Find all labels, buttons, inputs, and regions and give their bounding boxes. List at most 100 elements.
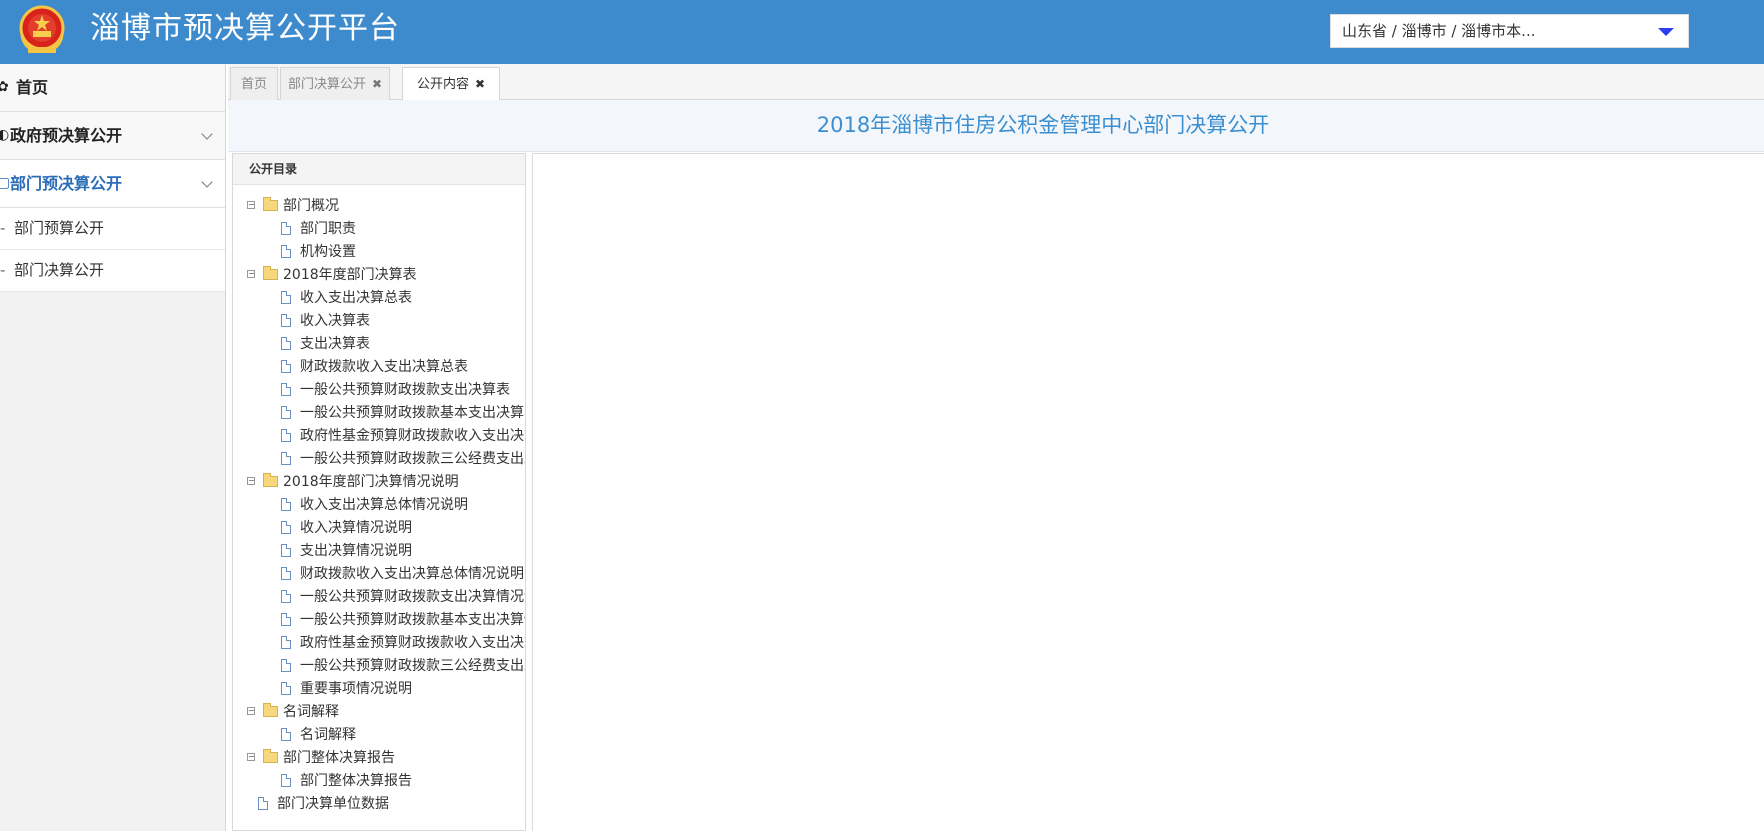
tree-node-label: 部门整体决算报告 — [283, 750, 395, 766]
tree-node-label: 机构设置 — [300, 244, 356, 260]
sidebar-item-home[interactable]: ✿ 首页 — [0, 64, 225, 112]
file-icon — [281, 222, 291, 235]
file-icon — [281, 636, 291, 649]
tree-folder-node[interactable]: − 部门概况 — [247, 195, 339, 217]
chevron-down-icon[interactable] — [201, 176, 213, 188]
dropdown-arrow-icon[interactable] — [1658, 28, 1674, 36]
collapse-toggle-icon[interactable]: − — [247, 477, 255, 485]
chevron-down-icon[interactable] — [201, 128, 213, 140]
tree-leaf-node[interactable]: 政府性基金预算财政拨款收入支出决算情况说明 — [281, 632, 525, 654]
tree-node-label: 2018年度部门决算情况说明 — [283, 474, 459, 490]
tree-folder-node[interactable]: − 2018年度部门决算情况说明 — [247, 471, 459, 493]
tree-leaf-node[interactable]: 支出决算情况说明 — [281, 540, 412, 562]
tree-node-label: 收入支出决算总体情况说明 — [300, 497, 468, 513]
catalog-tree-panel: 公开目录 − 部门概况 部门职责 机构设置 − 2018年度部门决算表 收入支出决算总表 收入… — [232, 153, 526, 831]
collapse-toggle-icon[interactable]: − — [247, 707, 255, 715]
tree-folder-node[interactable]: − 部门整体决算报告 — [247, 747, 395, 769]
file-icon — [281, 498, 291, 511]
globe-icon: ◐ — [0, 127, 10, 143]
tree-leaf-node[interactable]: 收入支出决算总表 — [281, 287, 412, 309]
tree-leaf-node[interactable]: 收入决算情况说明 — [281, 517, 412, 539]
file-icon — [281, 406, 291, 419]
tree-leaf-node[interactable]: 部门职责 — [281, 218, 356, 240]
tree-node-label: 一般公共预算财政拨款基本支出决算表 — [300, 405, 526, 421]
tree-node-label: 一般公共预算财政拨款支出决算情况说明 — [300, 589, 525, 605]
file-icon — [281, 521, 291, 534]
sidebar-subitem-department-final-accounts[interactable]: - 部门决算公开 — [0, 250, 225, 292]
tree-node-label: 部门概况 — [283, 198, 339, 214]
tab-public-content[interactable]: 公开内容 ✖ — [402, 67, 500, 101]
region-select[interactable]: 山东省 / 淄博市 / 淄博市本... — [1330, 14, 1689, 48]
file-icon — [281, 659, 291, 672]
tree-node-label: 政府性基金预算财政拨款收入支出决算情况说明 — [300, 635, 525, 651]
sidebar-item-label: 政府预决算公开 — [10, 126, 123, 145]
file-icon — [281, 613, 291, 626]
sidebar-item-government-budget[interactable]: ◐ 政府预决算公开 — [0, 112, 225, 160]
tree-node-label: 部门决算单位数据 — [277, 796, 389, 812]
tree-leaf-node[interactable]: 一般公共预算财政拨款基本支出决算表 — [281, 402, 526, 424]
tree-leaf-node[interactable]: 部门整体决算报告 — [281, 770, 412, 792]
tree-folder-node[interactable]: − 名词解释 — [247, 701, 339, 723]
sidebar-item-department-budget[interactable]: ▢ 部门预决算公开 — [0, 160, 225, 208]
tree-leaf-node[interactable]: 财政拨款收入支出决算总体情况说明 — [281, 563, 524, 585]
tree-leaf-node[interactable]: 财政拨款收入支出决算总表 — [281, 356, 468, 378]
folder-icon — [263, 197, 278, 211]
file-icon — [281, 590, 291, 603]
tree-leaf-node[interactable]: 一般公共预算财政拨款支出决算情况说明 — [281, 586, 525, 608]
region-select-value: 山东省 / 淄博市 / 淄博市本... — [1342, 22, 1536, 40]
tree-node-label: 一般公共预算财政拨款三公经费支出决算表 — [300, 451, 525, 467]
tree-node-label: 部门职责 — [300, 221, 356, 237]
tree-node-label: 收入决算表 — [300, 313, 370, 329]
sidebar-item-label: 首页 — [16, 78, 49, 97]
collapse-toggle-icon[interactable]: − — [247, 270, 255, 278]
tree-leaf-node[interactable]: 收入支出决算总体情况说明 — [281, 494, 468, 516]
tree-node-label: 财政拨款收入支出决算总体情况说明 — [300, 566, 524, 582]
tree-node-label: 一般公共预算财政拨款基本支出决算情况说明 — [300, 612, 525, 628]
page-title: 2018年淄博市住房公积金管理中心部门决算公开 — [816, 113, 1270, 137]
tree-leaf-node[interactable]: 机构设置 — [281, 241, 356, 263]
tree-leaf-node[interactable]: 一般公共预算财政拨款三公经费支出决算情况说明 — [281, 655, 525, 677]
content-title-bar: 2018年淄博市住房公积金管理中心部门决算公开 — [228, 100, 1764, 152]
file-icon — [281, 728, 291, 741]
tab-home[interactable]: 首页 — [230, 67, 278, 100]
tree-node-label: 政府性基金预算财政拨款收入支出决算表 — [300, 428, 525, 444]
close-icon[interactable]: ✖ — [475, 77, 485, 91]
tree-leaf-node[interactable]: 部门决算单位数据 — [258, 793, 389, 815]
file-icon — [281, 682, 291, 695]
tab-label: 首页 — [240, 77, 267, 92]
file-icon — [281, 291, 291, 304]
tree-node-label: 重要事项情况说明 — [300, 681, 412, 697]
sidebar: ✿ 首页 ◐ 政府预决算公开 ▢ 部门预决算公开 - 部门预算公开 - 部门决算… — [0, 64, 226, 831]
tree-node-label: 支出决算情况说明 — [300, 543, 412, 559]
sidebar-subitem-department-budget-public[interactable]: - 部门预算公开 — [0, 208, 225, 250]
tree-node-label: 名词解释 — [300, 727, 356, 743]
folder-icon — [263, 473, 278, 487]
tree-leaf-node[interactable]: 一般公共预算财政拨款三公经费支出决算表 — [281, 448, 525, 470]
tree-folder-node[interactable]: − 2018年度部门决算表 — [247, 264, 417, 286]
tree-leaf-node[interactable]: 一般公共预算财政拨款支出决算表 — [281, 379, 510, 401]
tree-leaf-node[interactable]: 收入决算表 — [281, 310, 370, 332]
tree-node-label: 财政拨款收入支出决算总表 — [300, 359, 468, 375]
file-icon — [281, 337, 291, 350]
sidebar-subitem-label: 部门预算公开 — [14, 219, 105, 237]
folder-icon — [263, 266, 278, 280]
tree-leaf-node[interactable]: 名词解释 — [281, 724, 356, 746]
tree-leaf-node[interactable]: 重要事项情况说明 — [281, 678, 412, 700]
tab-bar: 首页 部门决算公开 ✖ 公开内容 ✖ — [228, 64, 1764, 101]
folder-icon — [263, 749, 278, 763]
tree-leaf-node[interactable]: 政府性基金预算财政拨款收入支出决算表 — [281, 425, 525, 447]
tree-leaf-node[interactable]: 支出决算表 — [281, 333, 370, 355]
collapse-toggle-icon[interactable]: − — [247, 201, 255, 209]
tree-leaf-node[interactable]: 一般公共预算财政拨款基本支出决算情况说明 — [281, 609, 525, 631]
tree-node-label: 支出决算表 — [300, 336, 370, 352]
file-icon — [281, 360, 291, 373]
tab-label: 公开内容 — [416, 77, 469, 92]
tree-node-label: 收入支出决算总表 — [300, 290, 412, 306]
file-icon — [281, 245, 291, 258]
home-icon: ✿ — [0, 79, 9, 95]
national-emblem-icon — [19, 5, 65, 53]
tab-department-final-accounts[interactable]: 部门决算公开 ✖ — [280, 67, 390, 100]
collapse-toggle-icon[interactable]: − — [247, 753, 255, 761]
close-icon[interactable]: ✖ — [372, 77, 382, 91]
tree-panel-header: 公开目录 — [233, 154, 525, 185]
